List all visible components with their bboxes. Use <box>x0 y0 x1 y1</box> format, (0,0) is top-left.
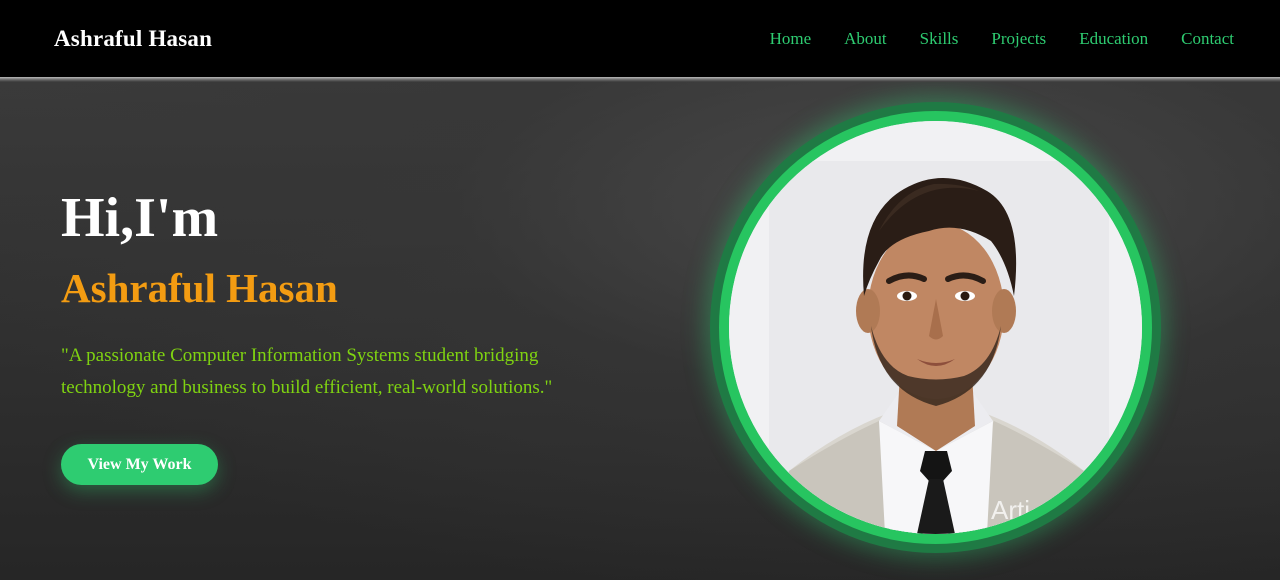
profile-photo: Arti <box>729 121 1142 534</box>
profile-photo-frame: Arti <box>710 102 1161 553</box>
nav-link-contact[interactable]: Contact <box>1181 29 1234 49</box>
hero-greeting: Hi,I'm <box>61 187 219 249</box>
view-my-work-button[interactable]: View My Work <box>61 444 218 485</box>
nav-link-education[interactable]: Education <box>1079 29 1148 49</box>
hero-name: Ashraful Hasan <box>61 265 338 311</box>
top-navbar: Ashraful Hasan Home About Skills Project… <box>0 0 1280 77</box>
site-brand[interactable]: Ashraful Hasan <box>54 26 212 52</box>
nav-link-skills[interactable]: Skills <box>920 29 959 49</box>
nav-links: Home About Skills Projects Education Con… <box>770 29 1234 49</box>
nav-link-about[interactable]: About <box>844 29 887 49</box>
nav-link-projects[interactable]: Projects <box>991 29 1046 49</box>
hero-text: Hi,I'm Ashraful Hasan "A passionate Comp… <box>61 190 601 404</box>
photo-watermark: Arti <box>991 495 1030 525</box>
hero-section: Hi,I'm Ashraful Hasan "A passionate Comp… <box>0 82 1280 580</box>
portrait-illustration: Arti <box>729 121 1142 534</box>
profile-photo-ring: Arti <box>719 111 1152 544</box>
nav-link-home[interactable]: Home <box>770 29 812 49</box>
hero-tagline: "A passionate Computer Information Syste… <box>61 345 553 398</box>
